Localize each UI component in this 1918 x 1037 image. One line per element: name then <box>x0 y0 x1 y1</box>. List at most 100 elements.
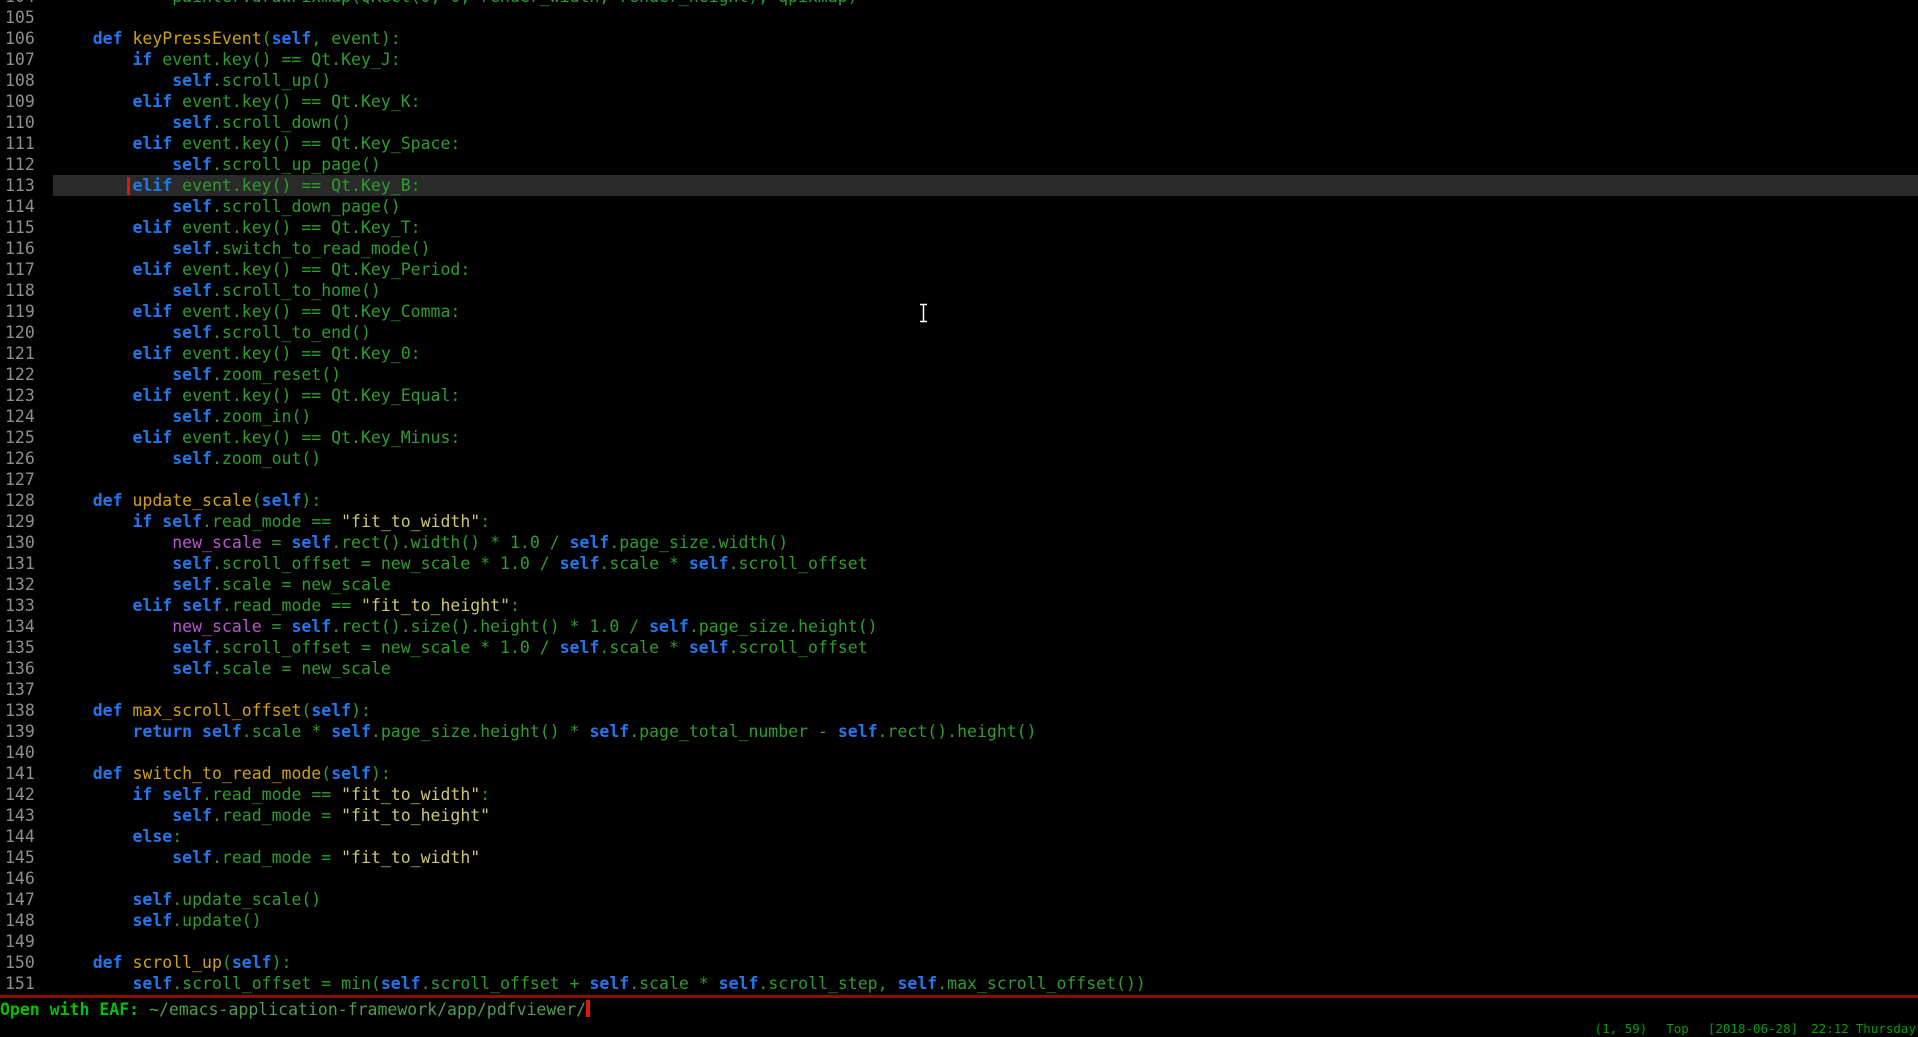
code-line[interactable]: 151 self.scroll_offset = min(self.scroll… <box>0 973 1918 994</box>
code-text: return self.scale * self.page_size.heigh… <box>53 721 1918 742</box>
code-line[interactable]: 106 def keyPressEvent(self, event): <box>0 28 1918 49</box>
code-text: self.scroll_up() <box>53 70 1918 91</box>
line-number: 140 <box>0 742 53 763</box>
line-number: 116 <box>0 238 53 259</box>
line-number: 142 <box>0 784 53 805</box>
code-text: def update_scale(self): <box>53 490 1918 511</box>
code-text: self.read_mode = "fit_to_height" <box>53 805 1918 826</box>
code-line[interactable]: 112 self.scroll_up_page() <box>0 154 1918 175</box>
code-line[interactable]: 118 self.scroll_to_home() <box>0 280 1918 301</box>
code-line[interactable]: 123 elif event.key() == Qt.Key_Equal: <box>0 385 1918 406</box>
line-number: 106 <box>0 28 53 49</box>
time-badge: 22:12 <box>1811 1021 1849 1036</box>
code-line[interactable]: 132 self.scale = new_scale <box>0 574 1918 595</box>
code-line[interactable]: 122 self.zoom_reset() <box>0 364 1918 385</box>
code-line[interactable]: 105 <box>0 7 1918 28</box>
code-line[interactable]: 125 elif event.key() == Qt.Key_Minus: <box>0 427 1918 448</box>
code-line[interactable]: 147 self.update_scale() <box>0 889 1918 910</box>
line-number: 139 <box>0 721 53 742</box>
line-number: 110 <box>0 112 53 133</box>
code-text: elif event.key() == Qt.Key_B: <box>53 175 1918 196</box>
code-line[interactable]: 149 <box>0 931 1918 952</box>
code-line[interactable]: 109 elif event.key() == Qt.Key_K: <box>0 91 1918 112</box>
code-line[interactable]: 108 self.scroll_up() <box>0 70 1918 91</box>
code-line[interactable]: 128 def update_scale(self): <box>0 490 1918 511</box>
code-line[interactable]: 133 elif self.read_mode == "fit_to_heigh… <box>0 595 1918 616</box>
code-line[interactable]: 135 self.scroll_offset = new_scale * 1.0… <box>0 637 1918 658</box>
code-line[interactable]: 110 self.scroll_down() <box>0 112 1918 133</box>
code-text <box>53 7 1918 28</box>
code-line[interactable]: 117 elif event.key() == Qt.Key_Period: <box>0 259 1918 280</box>
line-number: 137 <box>0 679 53 700</box>
code-text: if self.read_mode == "fit_to_width": <box>53 511 1918 532</box>
code-text: elif event.key() == Qt.Key_Minus: <box>53 427 1918 448</box>
line-number: 151 <box>0 973 53 994</box>
code-line[interactable]: 130 new_scale = self.rect().width() * 1.… <box>0 532 1918 553</box>
code-line[interactable]: 127 <box>0 469 1918 490</box>
code-line[interactable]: 114 self.scroll_down_page() <box>0 196 1918 217</box>
code-text: elif event.key() == Qt.Key_Comma: <box>53 301 1918 322</box>
code-area[interactable]: 104 painter.drawPixmap(QRect(0, 0, rende… <box>0 0 1918 994</box>
code-line[interactable]: 139 return self.scale * self.page_size.h… <box>0 721 1918 742</box>
line-number: 135 <box>0 637 53 658</box>
line-number: 113 <box>0 175 53 196</box>
code-text: self.update() <box>53 910 1918 931</box>
line-number: 145 <box>0 847 53 868</box>
code-line[interactable]: 136 self.scale = new_scale <box>0 658 1918 679</box>
code-line[interactable]: 145 self.read_mode = "fit_to_width" <box>0 847 1918 868</box>
line-number: 104 <box>0 0 53 7</box>
code-line[interactable]: 120 self.scroll_to_end() <box>0 322 1918 343</box>
code-line[interactable]: 143 self.read_mode = "fit_to_height" <box>0 805 1918 826</box>
code-line[interactable]: 144 else: <box>0 826 1918 847</box>
code-text: elif event.key() == Qt.Key_T: <box>53 217 1918 238</box>
minibuffer-value: ~/emacs-application-framework/app/pdfvie… <box>149 1000 586 1019</box>
code-line[interactable]: 134 new_scale = self.rect().size().heigh… <box>0 616 1918 637</box>
code-line[interactable]: 142 if self.read_mode == "fit_to_width": <box>0 784 1918 805</box>
line-number: 108 <box>0 70 53 91</box>
code-text: self.scale = new_scale <box>53 574 1918 595</box>
line-number: 141 <box>0 763 53 784</box>
code-line[interactable]: 119 elif event.key() == Qt.Key_Comma: <box>0 301 1918 322</box>
line-number: 105 <box>0 7 53 28</box>
code-text: elif event.key() == Qt.Key_Period: <box>53 259 1918 280</box>
line-number: 117 <box>0 259 53 280</box>
line-number: 136 <box>0 658 53 679</box>
code-line[interactable]: 124 self.zoom_in() <box>0 406 1918 427</box>
code-line[interactable]: 146 <box>0 868 1918 889</box>
code-text: self.scroll_offset = new_scale * 1.0 / s… <box>53 637 1918 658</box>
code-line[interactable]: 111 elif event.key() == Qt.Key_Space: <box>0 133 1918 154</box>
code-line[interactable]: 129 if self.read_mode == "fit_to_width": <box>0 511 1918 532</box>
code-text: def max_scroll_offset(self): <box>53 700 1918 721</box>
code-text: elif event.key() == Qt.Key_Space: <box>53 133 1918 154</box>
code-text: self.scroll_offset = min(self.scroll_off… <box>53 973 1918 994</box>
code-text: self.scroll_down() <box>53 112 1918 133</box>
code-text: elif self.read_mode == "fit_to_height": <box>53 595 1918 616</box>
code-line[interactable]: 131 self.scroll_offset = new_scale * 1.0… <box>0 553 1918 574</box>
code-line[interactable]: 140 <box>0 742 1918 763</box>
code-line[interactable]: 150 def scroll_up(self): <box>0 952 1918 973</box>
code-line[interactable]: 121 elif event.key() == Qt.Key_0: <box>0 343 1918 364</box>
code-text: if event.key() == Qt.Key_J: <box>53 49 1918 70</box>
code-text: painter.drawPixmap(QRect(0, 0, render_wi… <box>53 0 1918 7</box>
code-text: elif event.key() == Qt.Key_Equal: <box>53 385 1918 406</box>
line-number: 133 <box>0 595 53 616</box>
line-number: 124 <box>0 406 53 427</box>
code-line-highlighted[interactable]: 113 elif event.key() == Qt.Key_B: <box>0 175 1918 196</box>
line-number: 132 <box>0 574 53 595</box>
code-line[interactable]: 138 def max_scroll_offset(self): <box>0 700 1918 721</box>
code-line[interactable]: 141 def switch_to_read_mode(self): <box>0 763 1918 784</box>
code-line[interactable]: 107 if event.key() == Qt.Key_J: <box>0 49 1918 70</box>
line-number: 123 <box>0 385 53 406</box>
code-line[interactable]: 137 <box>0 679 1918 700</box>
line-number: 146 <box>0 868 53 889</box>
code-line[interactable]: 104 painter.drawPixmap(QRect(0, 0, rende… <box>0 0 1918 7</box>
code-line[interactable]: 148 self.update() <box>0 910 1918 931</box>
line-number: 148 <box>0 910 53 931</box>
minibuffer-input[interactable]: Open with EAF: ~/emacs-application-frame… <box>0 999 590 1020</box>
code-line[interactable]: 115 elif event.key() == Qt.Key_T: <box>0 217 1918 238</box>
code-line[interactable]: 116 self.switch_to_read_mode() <box>0 238 1918 259</box>
line-number: 114 <box>0 196 53 217</box>
code-line[interactable]: 126 self.zoom_out() <box>0 448 1918 469</box>
scroll-position: Top <box>1666 1021 1689 1036</box>
code-text: self.switch_to_read_mode() <box>53 238 1918 259</box>
